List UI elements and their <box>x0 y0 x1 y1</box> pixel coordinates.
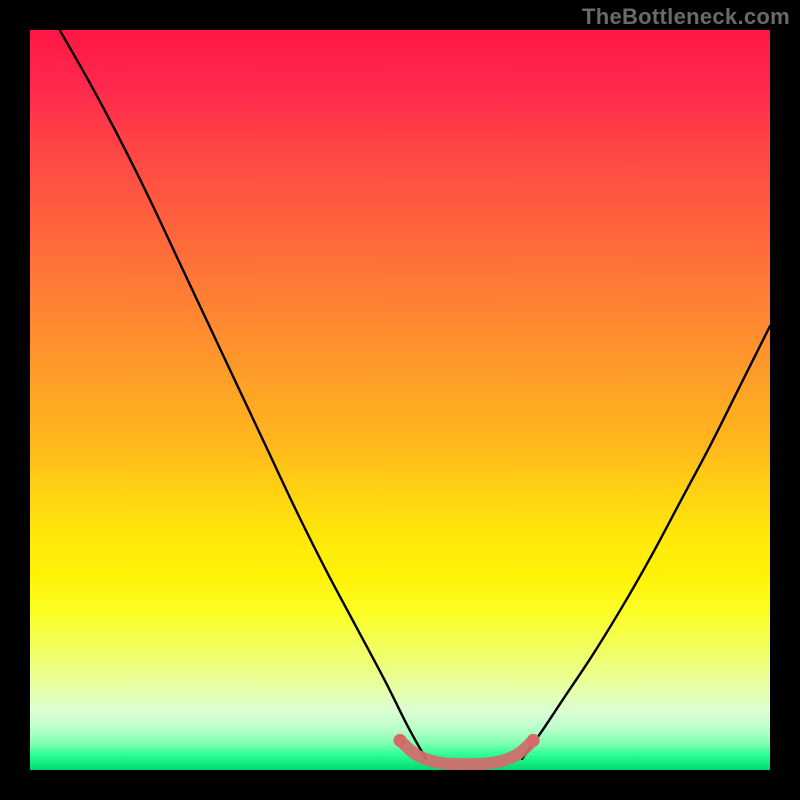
chart-svg <box>30 30 770 770</box>
left-curve <box>60 30 426 759</box>
curve-layer <box>60 30 770 764</box>
valley-endpoint <box>527 734 540 747</box>
watermark-text: TheBottleneck.com <box>582 4 790 30</box>
valley-band <box>400 740 533 764</box>
right-curve <box>522 326 770 759</box>
chart-root: TheBottleneck.com <box>0 0 800 800</box>
plot-area <box>30 30 770 770</box>
valley-endpoint <box>394 734 407 747</box>
